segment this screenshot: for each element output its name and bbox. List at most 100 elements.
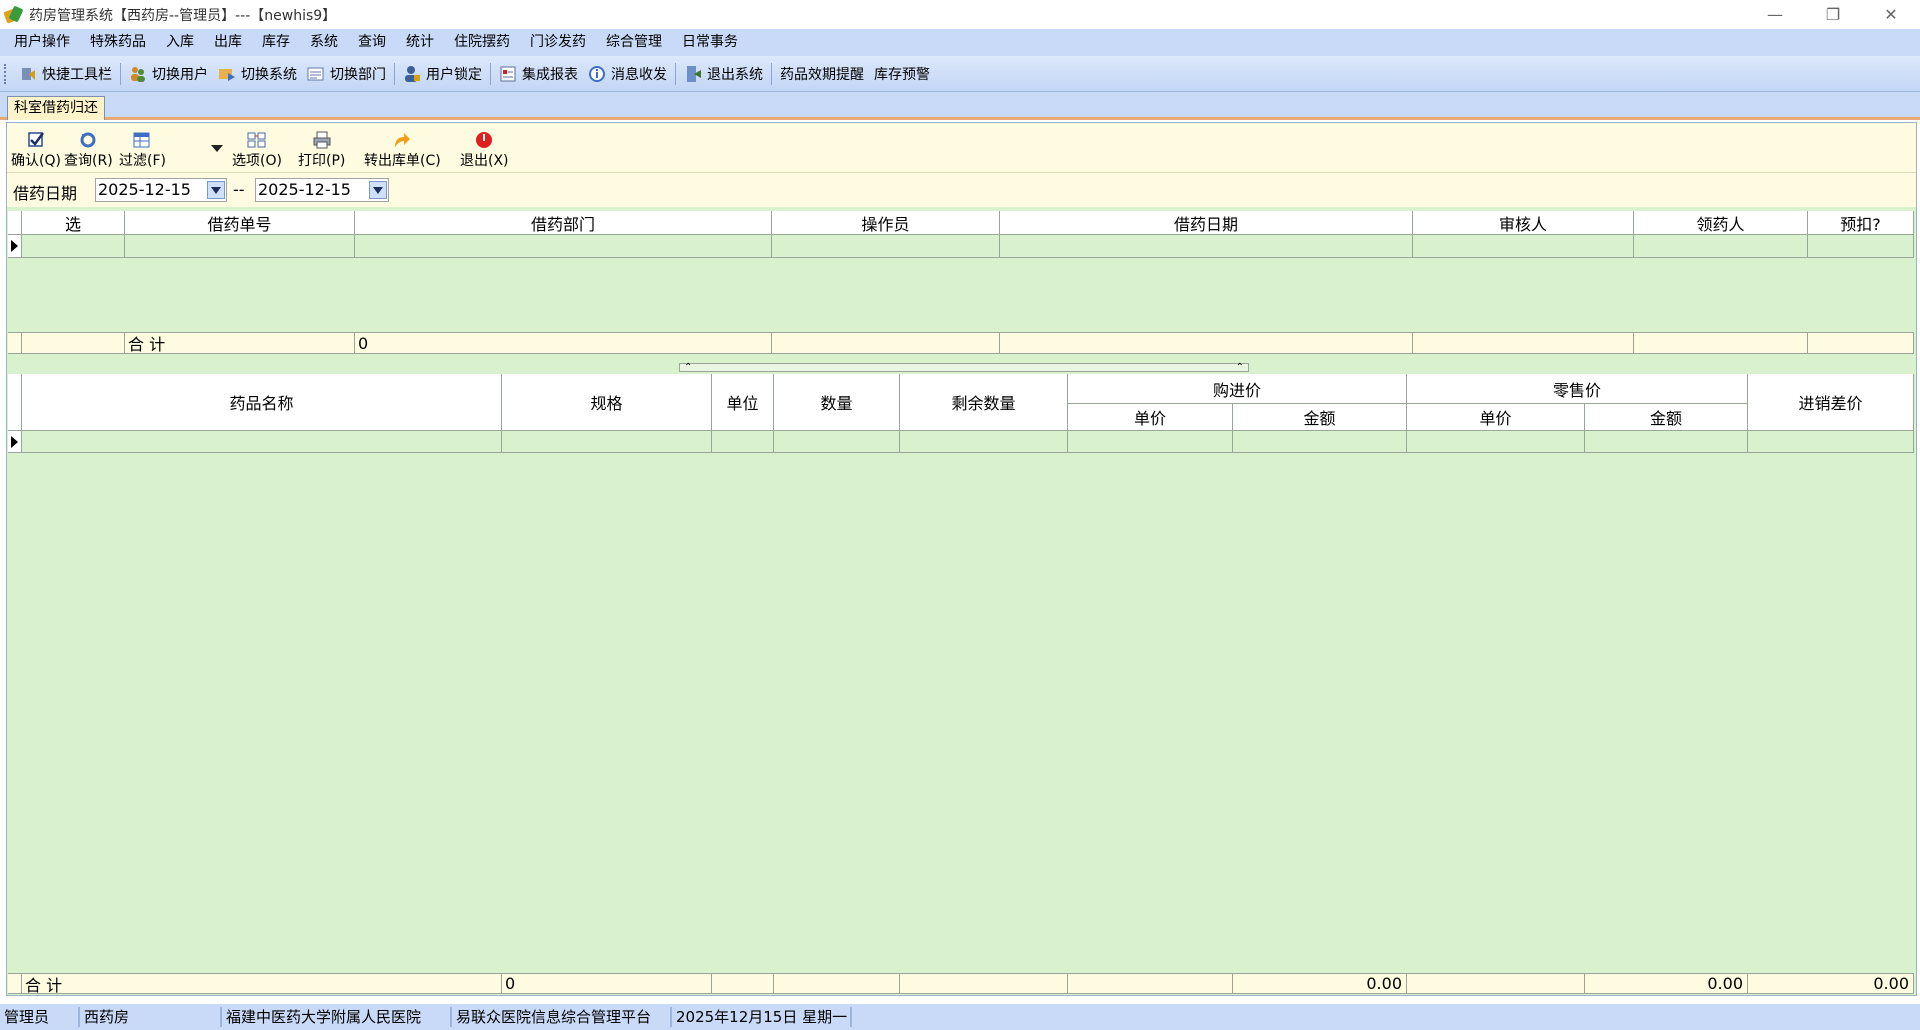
menu-system[interactable]: 系统 — [300, 29, 348, 56]
menu-general-management[interactable]: 综合管理 — [596, 29, 672, 56]
switch-department-button[interactable]: 切换部门 — [302, 60, 391, 88]
options-icon — [247, 131, 267, 149]
summary-label: 合 计 — [22, 973, 502, 995]
menu-bar: 用户操作 特殊药品 入库 出库 库存 系统 查询 统计 住院摆药 门诊发药 综合… — [0, 29, 1920, 56]
collapse-up-icon[interactable]: ⌃ — [1236, 362, 1244, 373]
toolbar-divider — [675, 62, 676, 85]
table-row-cell[interactable] — [1068, 431, 1233, 453]
col-header-borrow-dept[interactable]: 借药部门 — [355, 211, 772, 235]
col-header-select[interactable]: 选 — [22, 211, 125, 235]
table-row-cell[interactable] — [355, 235, 772, 258]
table-row-cell[interactable] — [1233, 431, 1407, 453]
table-row-cell[interactable] — [1413, 235, 1634, 258]
menu-statistics[interactable]: 统计 — [396, 29, 444, 56]
exit-system-label: 退出系统 — [707, 66, 763, 83]
power-icon — [474, 131, 494, 149]
drug-expiry-reminder-button[interactable]: 药品效期提醒 — [775, 60, 869, 88]
menu-daily-affairs[interactable]: 日常事务 — [672, 29, 748, 56]
col-header-purchase-unit-price[interactable]: 单价 — [1068, 404, 1233, 431]
stock-warning-button[interactable]: 库存预警 — [869, 60, 935, 88]
menu-query[interactable]: 查询 — [348, 29, 396, 56]
table-row-cell[interactable] — [1634, 235, 1808, 258]
filter-button[interactable]: 过滤(F) — [119, 131, 166, 170]
row-indicator[interactable] — [8, 431, 22, 453]
col-header-prededuct[interactable]: 预扣? — [1808, 211, 1914, 235]
status-platform: 易联众医院信息综合管理平台 — [452, 1007, 672, 1027]
user-lock-button[interactable]: 用户锁定 — [398, 60, 487, 88]
table-row-cell[interactable] — [22, 431, 502, 453]
integrated-report-button[interactable]: 集成报表 — [494, 60, 583, 88]
col-header-operator[interactable]: 操作员 — [772, 211, 1000, 235]
table-row-cell[interactable] — [1407, 431, 1585, 453]
transfer-outbound-label: 转出库单(C) — [364, 153, 441, 169]
summary-cell — [1000, 332, 1413, 354]
date-from-dropdown-icon[interactable] — [207, 181, 225, 199]
print-label: 打印(P) — [298, 153, 346, 169]
col-header-remaining-qty[interactable]: 剩余数量 — [900, 374, 1068, 431]
options-button[interactable]: 选项(O) — [232, 131, 282, 170]
menu-inpatient-dispensing[interactable]: 住院摆药 — [444, 29, 520, 56]
col-header-reviewer[interactable]: 审核人 — [1413, 211, 1634, 235]
menu-stock-out[interactable]: 出库 — [204, 29, 252, 56]
table-row-cell[interactable] — [1000, 235, 1413, 258]
title-bar: 药房管理系统【西药房--管理员】---【newhis9】 — ❐ ✕ — [0, 0, 1920, 29]
col-header-borrow-date[interactable]: 借药日期 — [1000, 211, 1413, 235]
table-row-cell[interactable] — [502, 431, 712, 453]
toolbar-grip[interactable] — [4, 63, 8, 84]
switch-user-label: 切换用户 — [152, 66, 208, 83]
date-from-picker[interactable]: 2025-12-15 — [95, 178, 227, 202]
drug-details-grid: 药品名称 规格 单位 数量 剩余数量 购进价 单价 金额 零售价 单价 金额 进… — [8, 374, 1914, 995]
status-user: 管理员 — [0, 1007, 80, 1027]
table-row-cell[interactable] — [1748, 431, 1914, 453]
col-header-retail-amount[interactable]: 金额 — [1585, 404, 1748, 431]
col-header-quantity[interactable]: 数量 — [774, 374, 900, 431]
print-button[interactable]: 打印(P) — [298, 131, 345, 170]
table-row-cell[interactable] — [1808, 235, 1914, 258]
table-row-cell[interactable] — [712, 431, 774, 453]
filter-dropdown-arrow-icon[interactable] — [211, 145, 223, 152]
col-header-unit[interactable]: 单位 — [712, 374, 774, 431]
col-header-borrow-no[interactable]: 借药单号 — [125, 211, 355, 235]
close-button[interactable]: ✕ — [1862, 0, 1920, 29]
menu-user-ops[interactable]: 用户操作 — [4, 29, 80, 56]
col-group-retail-price: 零售价 — [1407, 374, 1748, 404]
summary-quantity: 0 — [502, 973, 712, 994]
minimize-button[interactable]: — — [1746, 0, 1804, 29]
table-row-cell[interactable] — [1585, 431, 1748, 453]
date-to-picker[interactable]: 2025-12-15 — [255, 178, 389, 202]
exit-button[interactable]: 退出(X) — [460, 131, 509, 170]
row-indicator[interactable] — [8, 235, 22, 258]
menu-special-drugs[interactable]: 特殊药品 — [80, 29, 156, 56]
menu-inventory[interactable]: 库存 — [252, 29, 300, 56]
summary-cell — [1413, 332, 1634, 354]
quick-toolbar-label[interactable]: 快捷工具栏 — [14, 60, 117, 88]
query-button[interactable]: 查询(R) — [64, 131, 113, 170]
menu-outpatient-dispensing[interactable]: 门诊发药 — [520, 29, 596, 56]
collapse-up-icon[interactable]: ⌃ — [684, 362, 692, 373]
menu-stock-in[interactable]: 入库 — [156, 29, 204, 56]
date-to-dropdown-icon[interactable] — [369, 181, 387, 199]
panel-splitter[interactable]: ⌃ ⌃ — [679, 362, 1249, 373]
exit-system-button[interactable]: 退出系统 — [679, 60, 768, 88]
table-row-cell[interactable] — [22, 235, 125, 258]
col-header-retail-unit-price[interactable]: 单价 — [1407, 404, 1585, 431]
table-row-cell[interactable] — [774, 431, 900, 453]
table-row-cell[interactable] — [125, 235, 355, 258]
restore-button[interactable]: ❐ — [1804, 0, 1862, 29]
col-header-receiver[interactable]: 领药人 — [1634, 211, 1808, 235]
col-header-price-difference[interactable]: 进销差价 — [1748, 374, 1914, 431]
col-header-purchase-amount[interactable]: 金额 — [1233, 404, 1407, 431]
switch-system-button[interactable]: 切换系统 — [213, 60, 302, 88]
col-header-drug-name[interactable]: 药品名称 — [22, 374, 502, 431]
col-header-spec[interactable]: 规格 — [502, 374, 712, 431]
transfer-outbound-button[interactable]: 转出库单(C) — [364, 131, 441, 170]
message-button[interactable]: 消息收发 — [583, 60, 672, 88]
tab-dept-drug-return[interactable]: 科室借药归还 — [7, 96, 105, 120]
switch-user-button[interactable]: 切换用户 — [124, 60, 213, 88]
table-row-cell[interactable] — [900, 431, 1068, 453]
exit-label: 退出(X) — [460, 153, 509, 169]
integrated-report-label: 集成报表 — [522, 66, 578, 83]
confirm-button[interactable]: 确认(Q) — [11, 131, 61, 170]
table-row-cell[interactable] — [772, 235, 1000, 258]
switch-department-label: 切换部门 — [330, 66, 386, 83]
